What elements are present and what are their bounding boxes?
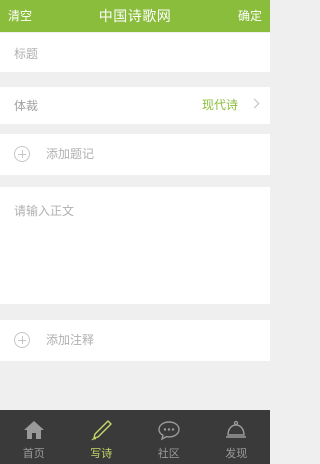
pen-icon	[91, 420, 112, 441]
plus-circle-icon	[14, 145, 30, 162]
genre-label: 体裁	[14, 99, 39, 113]
bell-icon	[226, 420, 247, 438]
add-note-button[interactable]: 添加注释	[14, 331, 94, 348]
add-note-row[interactable]: 添加注释	[0, 320, 270, 361]
clear-button[interactable]: 清空	[0, 0, 40, 32]
tab-community[interactable]: 社区	[135, 410, 203, 464]
home-icon	[23, 421, 44, 439]
tab-write[interactable]: 写诗	[68, 410, 136, 464]
top-bar: 清空 中国诗歌网 确定	[0, 0, 270, 32]
add-tag-row[interactable]: 添加题记	[0, 134, 270, 175]
bottom-tab-bar: 首页 写诗 社区 发现	[0, 410, 270, 464]
title-placeholder: 标题	[14, 47, 39, 61]
tab-discover[interactable]: 发现	[203, 410, 271, 464]
tab-discover-label: 发现	[225, 447, 248, 460]
tab-community-label: 社区	[157, 447, 180, 460]
body-input[interactable]	[0, 187, 270, 304]
genre-selector[interactable]: 体裁 现代诗	[0, 87, 270, 124]
add-tag-label: 添加题记	[46, 147, 95, 161]
app-title: 中国诗歌网	[98, 9, 172, 25]
confirm-button[interactable]: 确定	[230, 0, 270, 32]
chevron-right-icon	[249, 98, 260, 109]
add-note-label: 添加注释	[46, 333, 95, 347]
tab-home-label: 首页	[22, 447, 45, 460]
chat-icon	[158, 421, 180, 441]
tab-write-label: 写诗	[90, 447, 113, 460]
tab-home[interactable]: 首页	[0, 410, 68, 464]
body-area	[0, 187, 270, 304]
title-field[interactable]: 标题	[0, 33, 270, 72]
plus-circle-icon	[14, 331, 30, 348]
genre-value: 现代诗	[201, 98, 238, 112]
add-tag-button[interactable]: 添加题记	[14, 145, 94, 162]
